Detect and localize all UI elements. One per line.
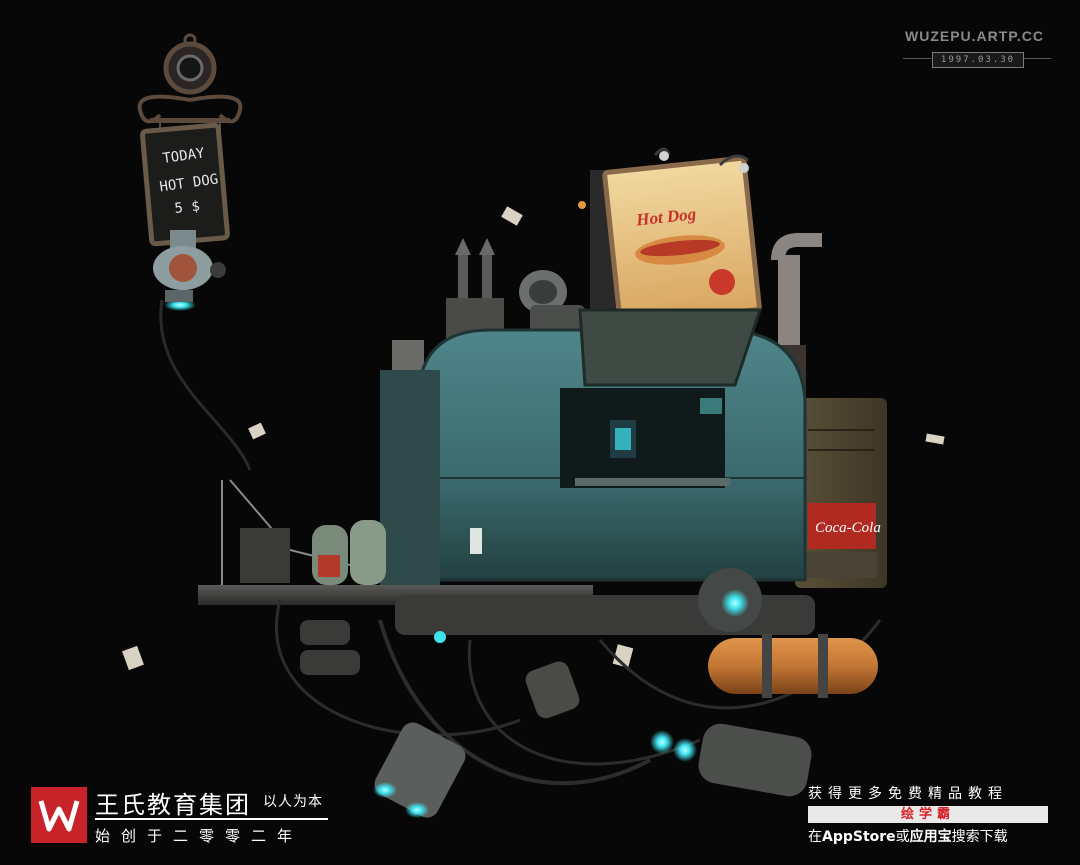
truck-body	[380, 308, 807, 600]
promo-prefix: 在	[808, 829, 822, 845]
brand-logo	[31, 787, 87, 843]
watermark-rule-left	[903, 58, 931, 59]
copper-tank	[708, 634, 878, 698]
promo-or: 或	[895, 829, 910, 845]
promo-suffix: 搜索下载	[951, 829, 1008, 845]
brand-slogan: 以人为本	[263, 794, 323, 810]
watermark-date: 1997.03.30	[932, 52, 1024, 68]
promo-app-name: 绘学霸	[900, 807, 955, 822]
sign-text-price: 5 $	[174, 198, 201, 217]
promo-store: AppStore	[822, 829, 896, 845]
back-cabinet	[795, 398, 887, 588]
cooler-logo: Coca-Cola	[815, 520, 881, 536]
brand-subtitle: 始创于二零零二年	[95, 827, 304, 845]
hanging-pod	[153, 230, 252, 471]
thrusters	[373, 722, 812, 818]
brand-name: 王氏教育集团	[95, 791, 251, 819]
promo-headline: 获得更多免费精品教程	[808, 786, 1008, 802]
promo-download-text: 在AppStore或应用宝搜索下载	[808, 826, 1008, 846]
hot-dog-billboard	[578, 147, 762, 330]
watermark-rule-right	[1023, 58, 1051, 59]
brand-divider	[95, 818, 328, 820]
hot-dog-truck-illustration: TODAY HOT DOG 5 $ Coca-Cola Hot Dog	[122, 33, 945, 818]
watermark-url: WUZEPU.ARTP.CC	[905, 28, 1044, 44]
promo-app-store: 应用宝	[909, 829, 952, 845]
